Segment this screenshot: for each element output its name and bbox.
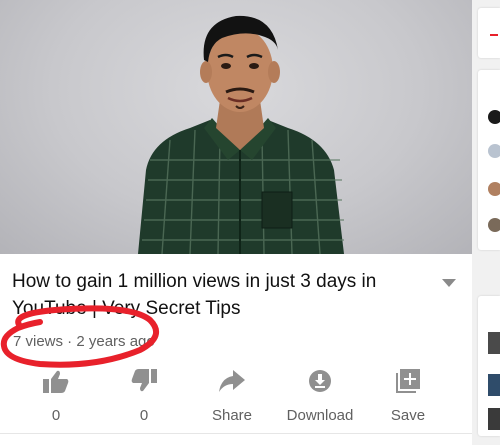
divider [0,433,472,434]
save-to-playlist-icon [393,366,423,396]
side-card [478,70,500,250]
expand-description-button[interactable] [437,274,461,292]
thumbs-down-icon [129,366,159,396]
side-thumbnail [488,408,500,430]
download-button[interactable]: Download [278,360,362,424]
side-accent [490,34,498,36]
side-avatar [488,110,500,124]
like-count: 0 [51,407,61,424]
youtube-watch-page: How to gain 1 million views in just 3 da… [0,0,472,445]
video-player[interactable] [0,0,472,254]
share-icon [217,366,247,396]
dislike-button[interactable]: 0 [102,360,186,424]
adjacent-screen-edge [472,0,500,445]
side-card [478,8,500,58]
side-avatar [488,144,500,158]
caret-down-icon [442,279,456,287]
side-card [478,296,500,436]
dislike-count: 0 [139,407,149,424]
side-thumbnail [488,374,500,396]
video-title-row: How to gain 1 million views in just 3 da… [12,268,467,322]
thumbs-up-icon [41,366,71,396]
side-thumbnail [488,332,500,354]
share-button[interactable]: Share [190,360,274,424]
download-icon [305,366,335,396]
download-label: Download [286,407,354,424]
side-avatar [488,182,500,196]
video-thumbnail-person [138,15,344,254]
video-views-and-age: 7 views · 2 years ago [13,333,155,350]
like-button[interactable]: 0 [14,360,98,424]
video-action-bar: 0 0 Share Download Save [0,360,472,432]
video-title[interactable]: How to gain 1 million views in just 3 da… [12,268,417,322]
side-avatar [488,218,500,232]
save-button[interactable]: Save [366,360,450,424]
share-label: Share [211,407,253,424]
save-label: Save [390,407,426,424]
